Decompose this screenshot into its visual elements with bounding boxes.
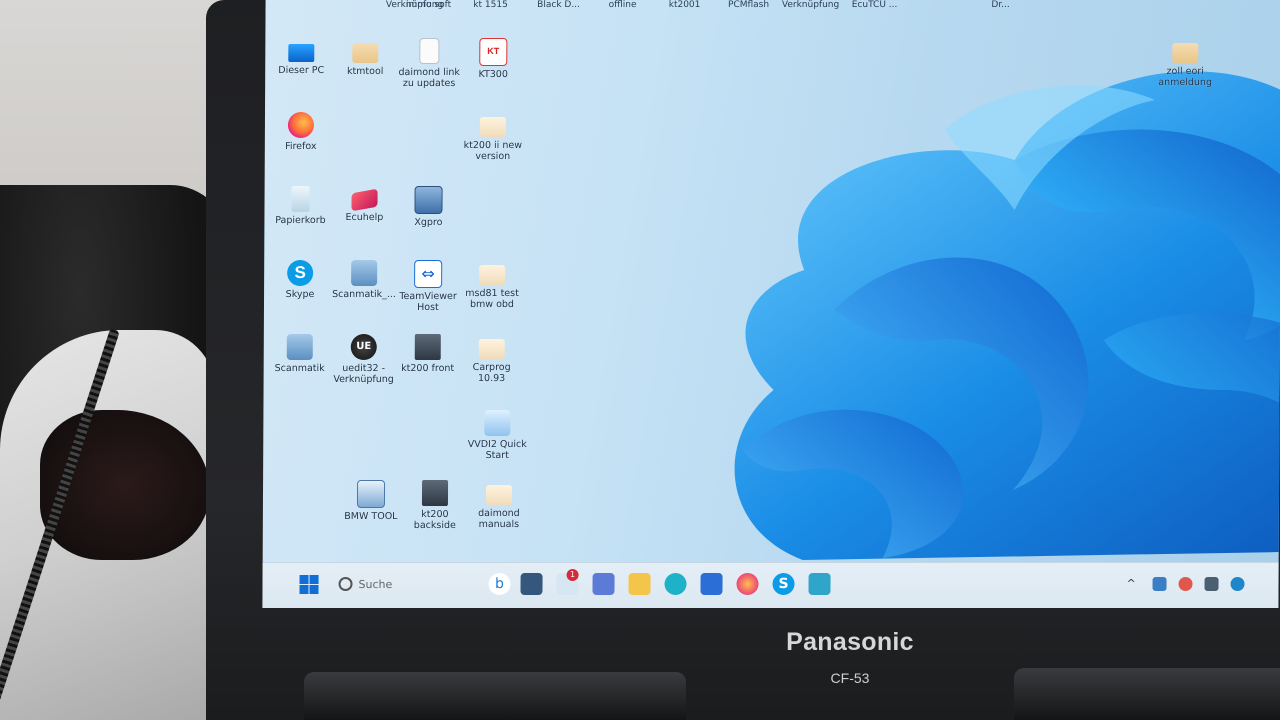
board-icon <box>414 334 441 360</box>
recycle-bin-icon <box>291 186 310 212</box>
desktop-icon-ktmtool[interactable]: ktmtool <box>333 38 397 77</box>
folder-icon <box>485 485 513 505</box>
folder-icon <box>478 339 505 359</box>
firefox-icon[interactable] <box>736 573 759 595</box>
desktop-icon-ecuhelp[interactable]: Ecuhelp <box>332 186 396 223</box>
desktop-icon-scanmatik-shortcut[interactable]: Scanmatik_... <box>332 260 396 300</box>
skype-icon: S <box>287 260 314 286</box>
firefox-icon <box>287 112 315 138</box>
desktop-screen: Verknüpfung immo soft kt 1515 Black D...… <box>262 0 1280 608</box>
document-icon <box>419 38 440 64</box>
search-icon[interactable] <box>338 577 353 591</box>
edge-icon[interactable] <box>664 573 687 595</box>
laptop-model: CF-53 <box>830 670 870 686</box>
notification-badge: 1 <box>566 569 579 581</box>
desktop-icon-kt200-new[interactable]: kt200 ii new version <box>461 112 525 162</box>
desktop-icon-kt200-backside[interactable]: kt200 backside <box>403 480 467 531</box>
network-icon[interactable] <box>1152 577 1167 591</box>
desktop-icon-kt200-front[interactable]: kt200 front <box>396 334 460 374</box>
meet-icon[interactable] <box>592 573 615 595</box>
kt300-icon: KT <box>479 38 508 66</box>
desktop-icon-label-top[interactable]: kt 1515 <box>452 0 530 10</box>
computer-icon <box>288 44 315 62</box>
ecuhelp-icon <box>351 188 378 212</box>
file-explorer-icon[interactable] <box>628 573 651 595</box>
desktop-icon-xgpro[interactable]: Xgpro <box>396 186 460 228</box>
desktop-icon-bmw-tool[interactable]: BMW TOOL <box>339 480 403 522</box>
teamviewer-icon <box>414 260 443 288</box>
search-box[interactable]: Suche <box>358 578 392 591</box>
ultraedit-icon: UE <box>350 334 377 360</box>
store-icon[interactable] <box>700 573 723 595</box>
app-icon[interactable] <box>808 573 831 595</box>
sync-icon[interactable] <box>1178 577 1193 591</box>
scanmatik-icon <box>351 260 378 286</box>
desktop-icon-label-top[interactable]: EcuTCU ... <box>836 0 914 10</box>
desktop-icon-kt300[interactable]: KT KT300 <box>461 38 525 80</box>
laptop-brand: Panasonic <box>786 628 914 656</box>
folder-icon <box>1172 43 1199 63</box>
desktop-icon-carprog[interactable]: Carprog 10.93 <box>460 334 524 384</box>
taskbar: Suche b 1 S ^ <box>262 562 1279 608</box>
desktop-icon-label-top[interactable]: Dr... <box>962 0 1040 10</box>
security-icon[interactable] <box>1230 577 1245 591</box>
desktop-icon-uedit32[interactable]: UE uedit32 - Verknüpfung <box>332 334 396 385</box>
desktop-icon-scanmatik[interactable]: Scanmatik <box>268 334 332 374</box>
desktop-icon-vvdi2[interactable]: VVDI2 Quick Start <box>465 410 529 461</box>
bing-chat-icon[interactable]: b <box>488 573 511 595</box>
bmw-tool-icon <box>356 480 386 508</box>
desktop-icon-daimond-link[interactable]: daimond link zu updates <box>397 38 461 89</box>
wallpaper-bloom <box>734 71 1280 560</box>
desktop-icon-teamviewer[interactable]: TeamViewer Host <box>396 260 460 313</box>
folder-icon <box>352 43 379 63</box>
display-icon[interactable] <box>1204 577 1219 591</box>
desktop-icon-dieser-pc[interactable]: Dieser PC <box>269 38 333 76</box>
desktop-icon-zoll-eori[interactable]: zoll eori anmeldung <box>1153 38 1217 88</box>
scanmatik-icon <box>286 334 313 360</box>
widgets-icon[interactable] <box>520 573 543 595</box>
xgpro-icon <box>414 186 443 214</box>
folder-icon <box>479 265 506 285</box>
desktop-icon-papierkorb[interactable]: Papierkorb <box>268 186 332 226</box>
chevron-up-icon[interactable]: ^ <box>1126 577 1140 591</box>
desktop-icon-firefox[interactable]: Firefox <box>269 112 333 152</box>
desktop-icon-daimond-manuals[interactable]: daimond manuals <box>467 480 531 530</box>
desktop-icon-msd81[interactable]: msd81 test bmw obd <box>460 260 524 310</box>
board-icon <box>421 480 449 506</box>
start-button[interactable] <box>298 573 320 595</box>
skype-icon[interactable]: S <box>772 573 795 595</box>
desktop-icon-skype[interactable]: S Skype <box>268 260 332 300</box>
vvdi-icon <box>484 410 511 436</box>
folder-icon <box>479 117 506 137</box>
